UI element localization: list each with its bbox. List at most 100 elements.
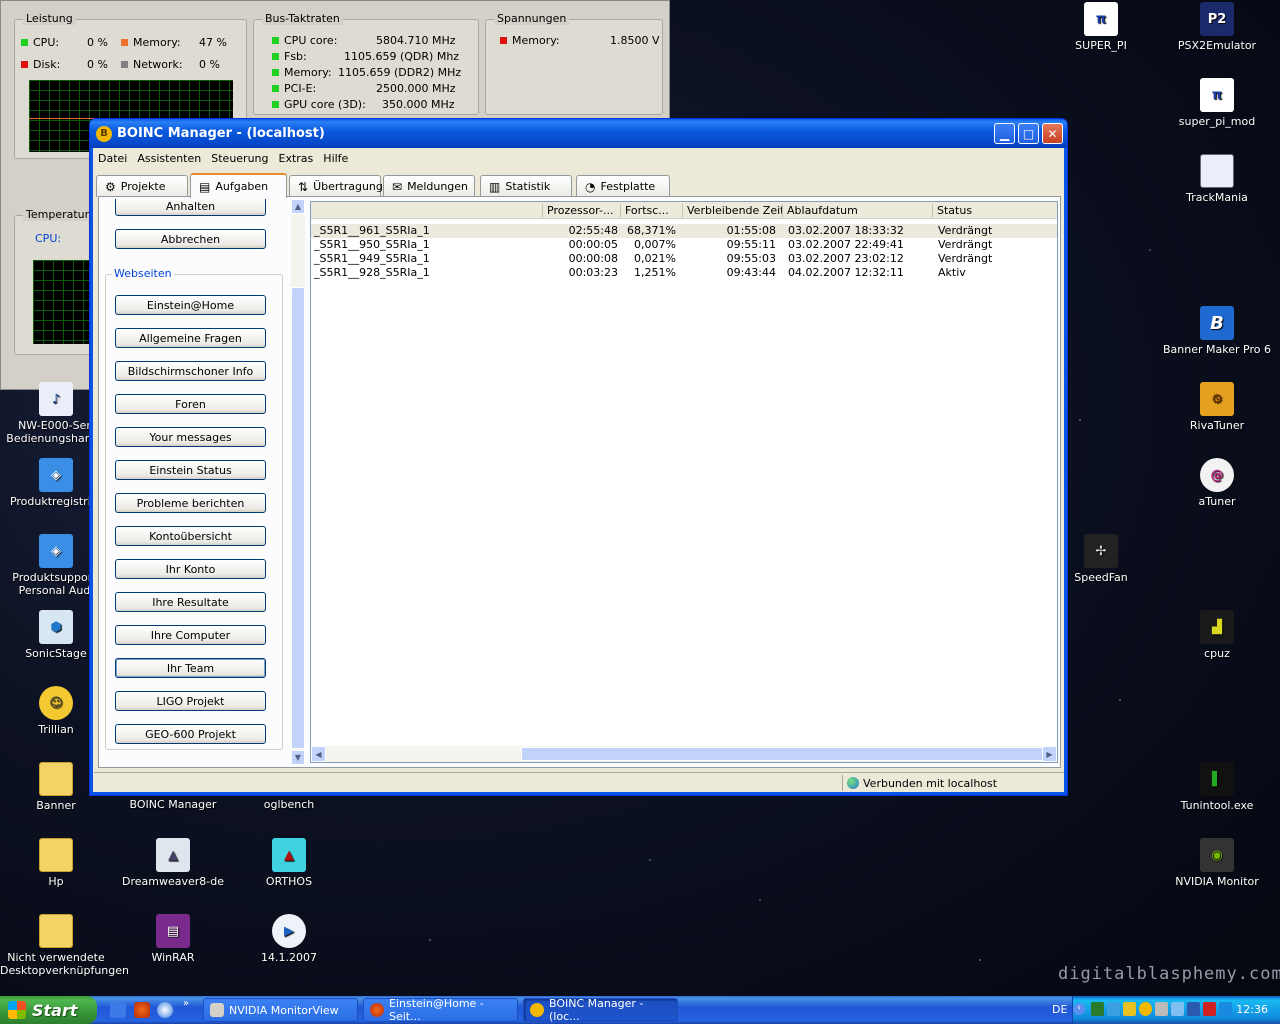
menu-hilfe[interactable]: Hilfe xyxy=(319,152,352,165)
tray-alert-icon[interactable] xyxy=(1203,1002,1216,1016)
desktop-icon-psx2emulator[interactable]: P2 PSX2Emulator xyxy=(1161,2,1273,52)
tray-boinc-icon[interactable] xyxy=(1139,1002,1152,1016)
desktop-icon-unused-shortcuts[interactable]: Nicht verwendete Desktopverknüpfungen xyxy=(0,914,129,977)
task-boinc-manager[interactable]: BOINC Manager - (loc... xyxy=(523,997,678,1023)
firefox-icon[interactable] xyxy=(134,1002,150,1018)
tray-network-icon[interactable] xyxy=(1107,1002,1120,1016)
tab-meldungen[interactable]: ✉ Meldungen xyxy=(383,175,475,197)
scroll-right-arrow-icon[interactable]: ▶ xyxy=(1042,746,1057,762)
column-remaining[interactable]: Verbleibende Zeit xyxy=(683,204,783,218)
desktop-icon-14-1-2007[interactable]: ▶ 14.1.2007 xyxy=(233,914,345,964)
einstein-status-button[interactable]: Einstein Status xyxy=(115,460,266,480)
column-progress[interactable]: Fortsc... xyxy=(621,204,683,218)
forums-button[interactable]: Foren xyxy=(115,394,266,414)
column-cpu-time[interactable]: Prozessor-... xyxy=(543,204,621,218)
task-label: BOINC Manager - (loc... xyxy=(549,997,644,1023)
menu-steuerung[interactable]: Steuerung xyxy=(207,152,272,165)
faq-button[interactable]: Allgemeine Fragen xyxy=(115,328,266,348)
scrollbar-thumb[interactable] xyxy=(291,287,305,749)
quicklaunch-overflow-icon[interactable]: » xyxy=(183,998,189,1009)
bus-label: PCI-E: xyxy=(284,82,317,95)
boinc-manager-window[interactable]: B BOINC Manager - (localhost) ▁ □ ✕ Date… xyxy=(89,118,1068,796)
tray-expand-icon[interactable]: ‹ xyxy=(1073,1003,1085,1015)
task-cpu-time: 00:03:23 xyxy=(568,266,618,279)
tray-shield-icon[interactable] xyxy=(1123,1002,1136,1016)
your-computers-button[interactable]: Ihre Computer xyxy=(115,625,266,645)
desktop-icon-cpuz[interactable]: ▟ cpuz xyxy=(1161,610,1273,660)
tab-label: Aufgaben xyxy=(215,180,269,193)
tab-statistik[interactable]: ▥ Statistik xyxy=(480,175,572,197)
einstein-home-button[interactable]: Einstein@Home xyxy=(115,295,266,315)
column-status[interactable]: Status xyxy=(933,204,1057,218)
task-name: _S5R1__949_S5RIa_1 xyxy=(314,252,430,265)
desktop-icon-orthos[interactable]: ▲ ORTHOS xyxy=(233,838,345,888)
atuner-icon: @ xyxy=(1200,458,1234,492)
bus-indicator xyxy=(272,69,279,76)
your-team-button[interactable]: Ihr Team xyxy=(115,658,266,678)
start-button[interactable]: Start xyxy=(0,996,97,1024)
show-desktop-icon[interactable] xyxy=(110,1002,126,1018)
desktop-icon-trackmania[interactable]: TrackMania xyxy=(1161,154,1273,204)
tab-uebertragung[interactable]: ⇅ Übertragung xyxy=(289,175,383,197)
task-einstein-home[interactable]: Einstein@Home - Seit... xyxy=(363,997,518,1023)
desktop-icon-super-pi[interactable]: π SUPER_PI xyxy=(1045,2,1157,52)
tab-projekte[interactable]: ⚙ Projekte xyxy=(96,175,188,197)
task-name: _S5R1__928_S5RIa_1 xyxy=(314,266,430,279)
desktop-icon-boinc-manager[interactable]: BOINC Manager xyxy=(117,796,229,811)
desktop-icon-super-pi-mod[interactable]: π super_pi_mod xyxy=(1161,78,1273,128)
your-results-button[interactable]: Ihre Resultate xyxy=(115,592,266,612)
table-row[interactable]: _S5R1__928_S5RIa_1 00:03:23 1,251% 09:43… xyxy=(311,266,1057,280)
scroll-left-arrow-icon[interactable]: ◀ xyxy=(311,746,326,762)
network-indicator xyxy=(121,61,128,68)
account-overview-button[interactable]: Kontoübersicht xyxy=(115,526,266,546)
tab-aufgaben[interactable]: ▤ Aufgaben xyxy=(190,173,287,198)
your-account-button[interactable]: Ihr Konto xyxy=(115,559,266,579)
temperature-graph xyxy=(33,260,95,344)
language-indicator[interactable]: DE xyxy=(1052,1003,1067,1016)
desktop-icon-hp-folder[interactable]: Hp xyxy=(0,838,112,888)
desktop-icon-oglbench[interactable]: oglbench xyxy=(233,796,345,811)
tab-label: Projekte xyxy=(120,180,166,193)
desktop-icon-atuner[interactable]: @ aTuner xyxy=(1161,458,1273,508)
tab-festplatte[interactable]: ◔ Festplatte xyxy=(576,175,670,197)
task-nvidia-monitorview[interactable]: NVIDIA MonitorView xyxy=(203,998,358,1022)
tray-monitor-icon[interactable] xyxy=(1091,1002,1104,1016)
desktop-icon-rivatuner[interactable]: ⚙ RivaTuner xyxy=(1161,382,1273,432)
anhalten-button[interactable]: Anhalten xyxy=(115,199,266,216)
desktop-icon-dreamweaver[interactable]: ▲ Dreamweaver8-de xyxy=(117,838,229,888)
messages-button[interactable]: Your messages xyxy=(115,427,266,447)
column-deadline[interactable]: Ablaufdatum xyxy=(783,204,933,218)
sidebar-scrollbar[interactable]: ▲ ▼ xyxy=(291,199,305,765)
scroll-down-arrow-icon[interactable]: ▼ xyxy=(291,750,305,765)
maximize-button[interactable]: □ xyxy=(1018,123,1039,144)
horizontal-scrollbar[interactable]: ◀ ▶ xyxy=(311,746,1057,762)
desktop-icon-nvidia-monitor[interactable]: ◉ NVIDIA Monitor xyxy=(1161,838,1273,888)
clock[interactable]: 12:36 xyxy=(1236,1003,1268,1016)
report-problems-button[interactable]: Probleme berichten xyxy=(115,493,266,513)
tray-speaker-icon[interactable] xyxy=(1171,1002,1184,1016)
close-button[interactable]: ✕ xyxy=(1042,123,1063,144)
column-name[interactable] xyxy=(311,204,543,218)
desktop-icon-banner-maker[interactable]: B Banner Maker Pro 6 xyxy=(1161,306,1273,356)
desktop-icon-label: PSX2Emulator xyxy=(1177,39,1257,52)
abbrechen-button[interactable]: Abbrechen xyxy=(115,229,266,249)
desktop-icon-winrar[interactable]: ▤ WinRAR xyxy=(117,914,229,964)
tray-printer-icon[interactable] xyxy=(1155,1002,1168,1016)
title-bar[interactable]: B BOINC Manager - (localhost) ▁ □ ✕ xyxy=(90,119,1067,148)
menu-datei[interactable]: Datei xyxy=(94,152,131,165)
scroll-up-arrow-icon[interactable]: ▲ xyxy=(291,199,305,214)
screensaver-info-button[interactable]: Bildschirmschoner Info xyxy=(115,361,266,381)
menu-extras[interactable]: Extras xyxy=(275,152,318,165)
table-row[interactable]: _S5R1__961_S5RIa_1 02:55:48 68,371% 01:5… xyxy=(311,224,1057,238)
horizontal-scrollbar-thumb[interactable] xyxy=(521,747,1051,761)
media-player-icon[interactable] xyxy=(157,1002,173,1018)
tray-update-icon[interactable] xyxy=(1219,1002,1232,1016)
menu-assistenten[interactable]: Assistenten xyxy=(133,152,205,165)
table-row[interactable]: _S5R1__950_S5RIa_1 00:00:05 0,007% 09:55… xyxy=(311,238,1057,252)
tray-display-icon[interactable] xyxy=(1187,1002,1200,1016)
ligo-project-button[interactable]: LIGO Projekt xyxy=(115,691,266,711)
geo600-project-button[interactable]: GEO-600 Projekt xyxy=(115,724,266,744)
minimize-button[interactable]: ▁ xyxy=(994,123,1015,144)
table-row[interactable]: _S5R1__949_S5RIa_1 00:00:08 0,021% 09:55… xyxy=(311,252,1057,266)
desktop-icon-tunintool[interactable]: ▌ Tunintool.exe xyxy=(1161,762,1273,812)
